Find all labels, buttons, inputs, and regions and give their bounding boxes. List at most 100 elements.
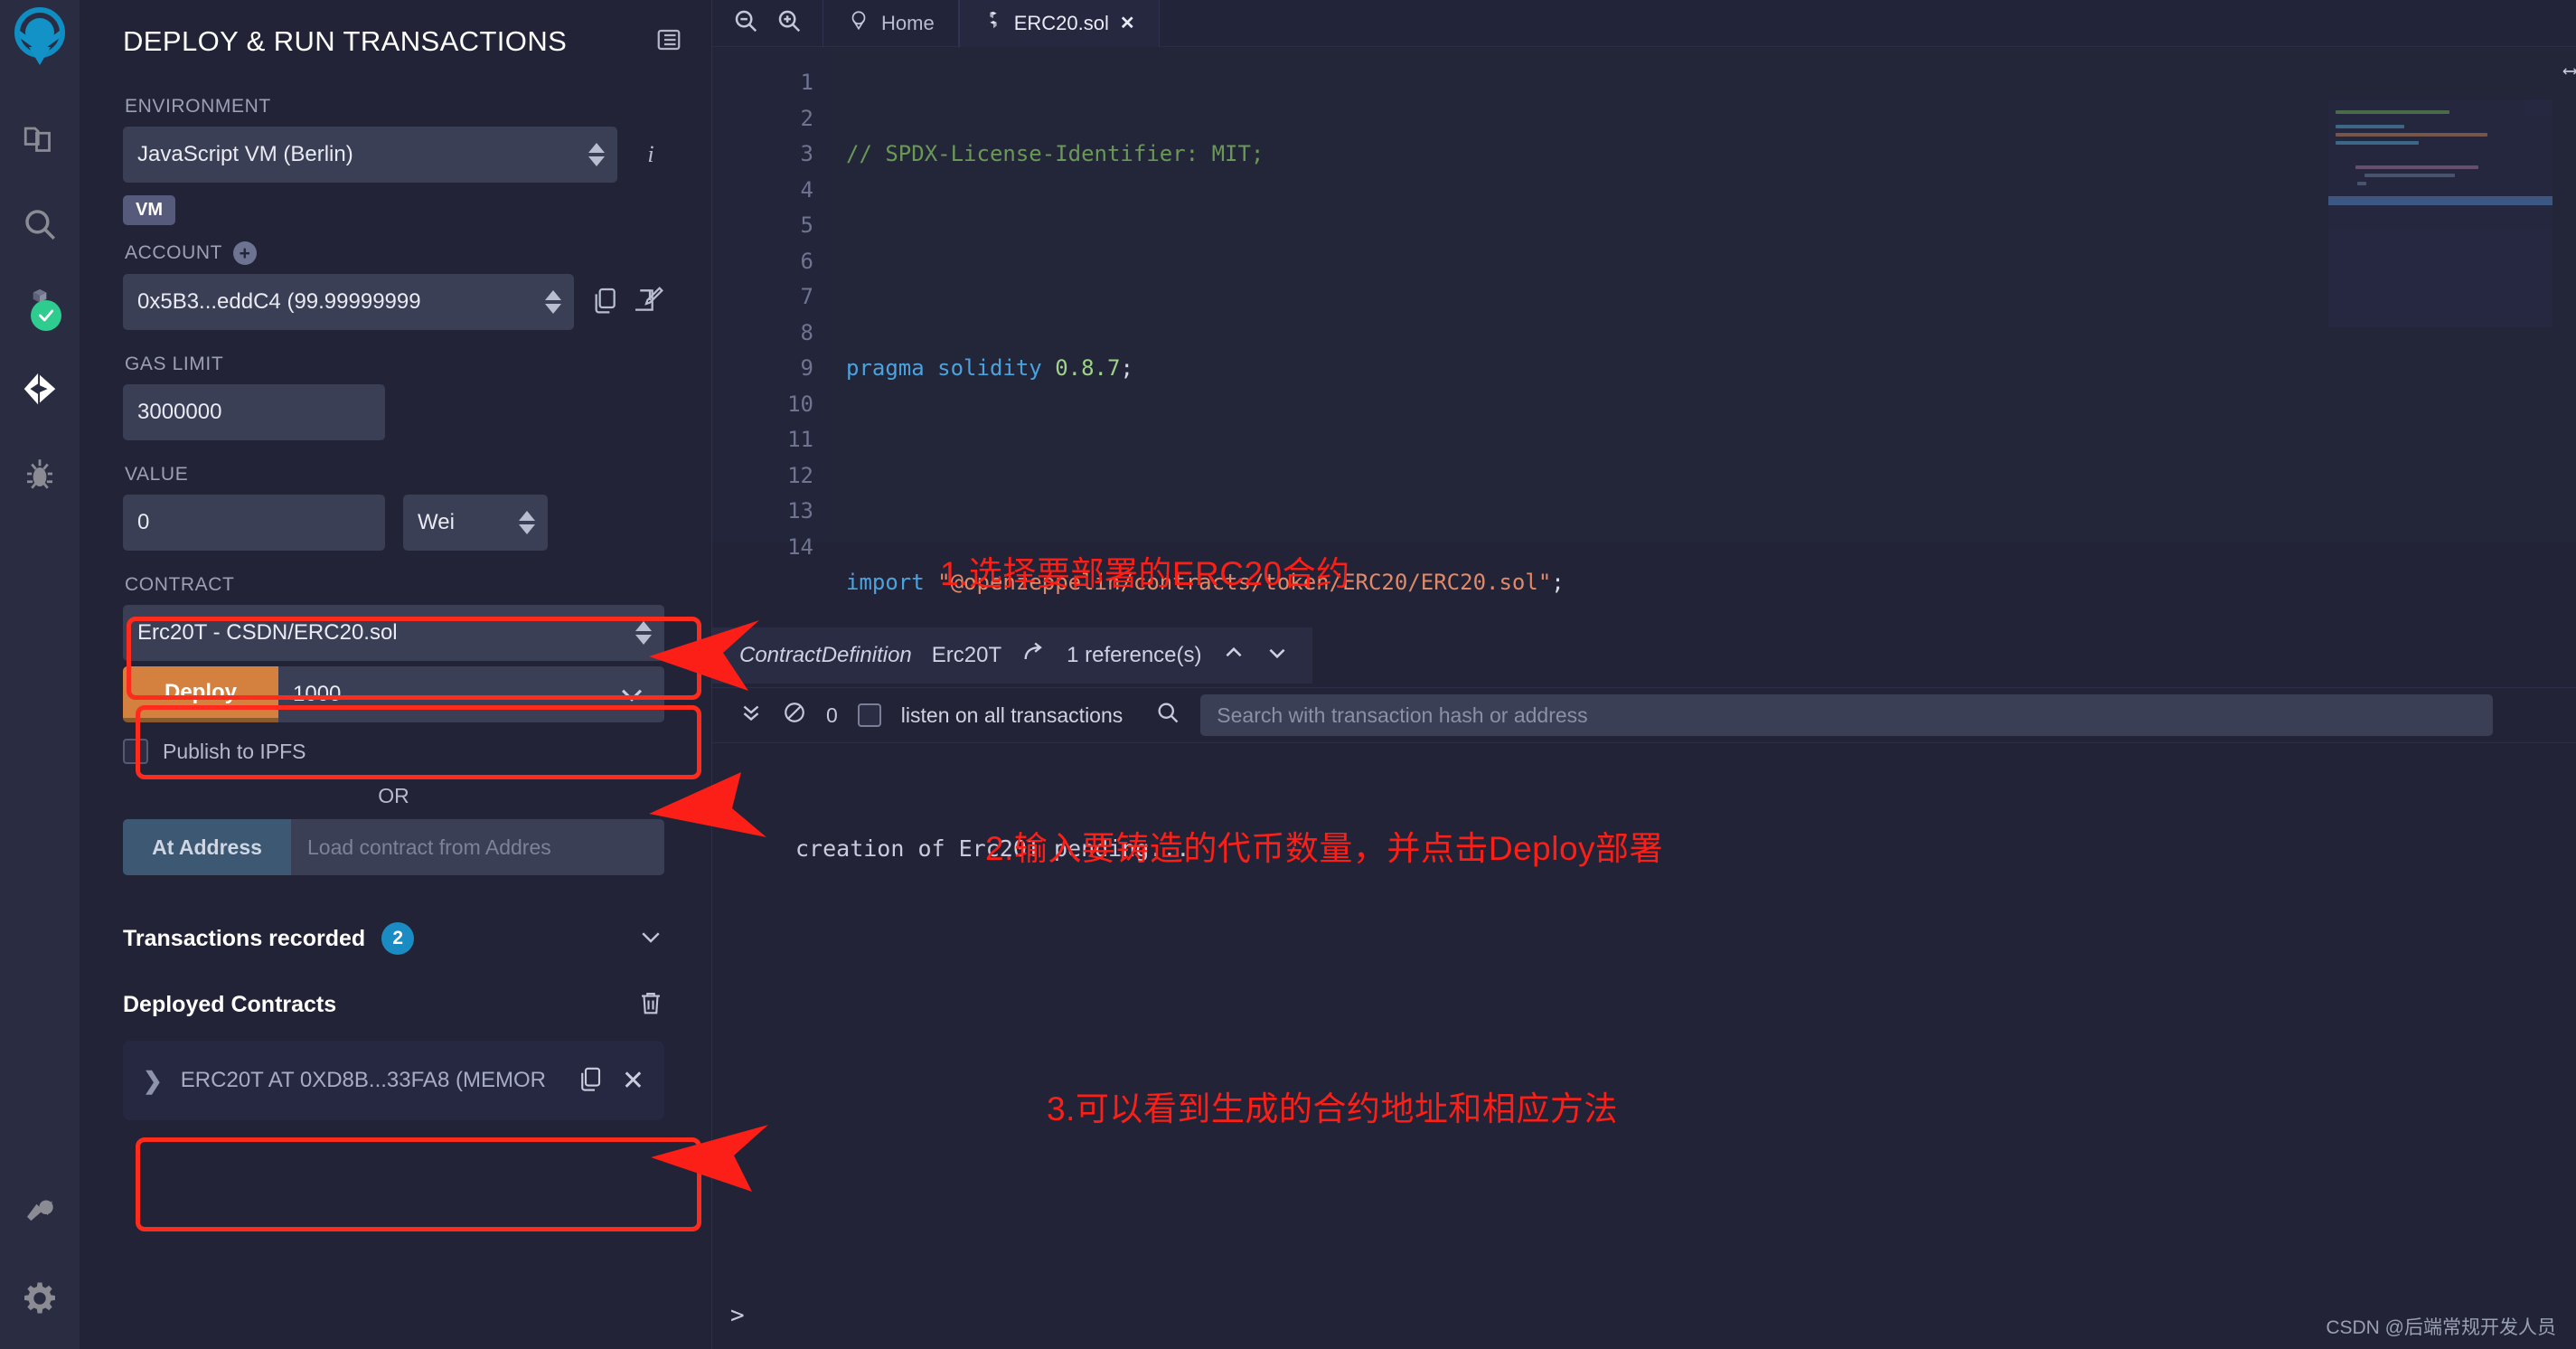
page-title: DEPLOY & RUN TRANSACTIONS — [123, 25, 568, 57]
transaction-search-input[interactable]: Search with transaction hash or address — [1200, 694, 2494, 736]
listen-all-transactions-checkbox[interactable] — [857, 703, 881, 727]
file-explorer-icon[interactable] — [0, 99, 80, 183]
solidity-compiler-icon[interactable] — [0, 266, 80, 349]
expand-contract-chevron-right-icon[interactable]: ❯ — [143, 1067, 163, 1095]
clear-console-icon[interactable] — [783, 701, 806, 730]
bottom-icon-group — [0, 1174, 80, 1340]
copy-contract-address-icon[interactable] — [577, 1065, 604, 1097]
minimap-resize-handle[interactable]: ⟷ — [2564, 60, 2576, 82]
line-number: 8 — [800, 319, 813, 345]
settings-icon[interactable] — [0, 1257, 80, 1340]
code-editor[interactable]: 1 2 3 4 5 6 7 8 9 10 11 12 13 14 // SPDX… — [712, 47, 2576, 1345]
editor-code-content[interactable]: // SPDX-License-Identifier: MIT; pragma … — [830, 47, 2576, 1345]
edit-account-icon[interactable] — [632, 286, 664, 319]
go-to-reference-icon[interactable] — [1021, 640, 1047, 672]
copy-account-icon[interactable] — [590, 286, 619, 319]
zoom-out-icon[interactable] — [732, 7, 759, 39]
environment-value: JavaScript VM (Berlin) — [137, 142, 353, 166]
value-unit-select[interactable]: Wei — [403, 495, 548, 551]
at-address-row: At Address Load contract from Addres — [123, 819, 664, 875]
listen-all-transactions-label: listen on all transactions — [900, 703, 1123, 727]
activity-icon-bar — [0, 0, 80, 1349]
console-prompt[interactable]: > — [730, 1302, 745, 1329]
contract-value: Erc20T - CSDN/ERC20.sol — [137, 620, 398, 645]
value-unit: Wei — [418, 510, 455, 534]
debugger-icon[interactable] — [0, 432, 80, 515]
at-address-button[interactable]: At Address — [123, 819, 291, 875]
reference-kind: ContractDefinition — [739, 643, 912, 667]
main-area: Home ERC20.sol ✕ 1 2 3 4 5 6 7 8 9 10 11… — [712, 0, 2576, 1349]
search-icon[interactable] — [1155, 700, 1180, 731]
line-number: 4 — [800, 176, 813, 203]
value-label: VALUE — [125, 464, 189, 485]
value-input[interactable]: 0 — [123, 495, 385, 551]
remix-logo-icon[interactable] — [7, 5, 72, 71]
at-address-input[interactable]: Load contract from Addres — [291, 819, 664, 875]
reference-count: 1 reference(s) — [1067, 643, 1202, 667]
zoom-in-icon[interactable] — [776, 7, 803, 39]
search-icon[interactable] — [0, 183, 80, 266]
deployed-contract-item[interactable]: ❯ ERC20T AT 0XD8B...33FA8 (MEMOR ✕ — [123, 1041, 664, 1120]
annotation-text-2: 2.输入要铸造的代币数量，并点击Deploy部署 — [985, 830, 1664, 867]
reference-name: Erc20T — [931, 643, 1002, 667]
watermark: CSDN @后端常规开发人员 — [2326, 1317, 2556, 1338]
deploy-run-panel: DEPLOY & RUN TRANSACTIONS ENVIRONMENT Ja… — [80, 0, 712, 1349]
reference-next-chevron-down-icon[interactable] — [1265, 641, 1289, 671]
reference-prev-chevron-up-icon[interactable] — [1222, 641, 1246, 671]
account-spinner-icon — [545, 290, 561, 314]
remix-ide-window: DEPLOY & RUN TRANSACTIONS ENVIRONMENT Ja… — [0, 0, 2576, 1349]
editor-zoom-controls — [712, 7, 823, 39]
deploy-arg-input[interactable]: 1000 — [278, 666, 599, 722]
transaction-search-placeholder: Search with transaction hash or address — [1217, 703, 1588, 727]
account-label: ACCOUNT + — [125, 241, 664, 265]
panel-menu-icon[interactable] — [655, 26, 682, 58]
line-number: 2 — [800, 105, 813, 131]
panel-header: DEPLOY & RUN TRANSACTIONS — [80, 0, 711, 72]
publish-ipfs-checkbox[interactable] — [123, 739, 148, 764]
transactions-recorded-count: 2 — [381, 922, 415, 955]
deploy-expand-chevron-down-icon[interactable] — [599, 666, 664, 722]
line-number: 1 — [800, 70, 813, 95]
collapse-all-chevrons-down-icon[interactable] — [739, 701, 763, 730]
deploy-button[interactable]: Deploy — [123, 666, 278, 722]
account-select[interactable]: 0x5B3...eddC4 (99.99999999 — [123, 274, 574, 330]
unit-spinner-icon — [519, 511, 535, 534]
account-label-text: ACCOUNT — [125, 242, 223, 263]
panel-body: ENVIRONMENT JavaScript VM (Berlin) i VM … — [80, 96, 711, 1120]
remove-contract-close-icon[interactable]: ✕ — [622, 1065, 644, 1097]
transactions-chevron-down-icon[interactable] — [637, 923, 664, 955]
line-number: 6 — [800, 248, 813, 274]
tab-close-icon[interactable]: ✕ — [1120, 12, 1135, 34]
deploy-arg-value: 1000 — [293, 682, 342, 706]
line-number: 13 — [787, 498, 813, 524]
environment-info-icon[interactable]: i — [637, 141, 664, 168]
add-account-icon[interactable]: + — [233, 241, 258, 265]
contract-select[interactable]: Erc20T - CSDN/ERC20.sol — [123, 605, 664, 661]
clear-deployed-trash-icon[interactable] — [637, 989, 664, 1021]
transaction-toolbar: 0 listen on all transactions Search with… — [712, 687, 2576, 743]
environment-select[interactable]: JavaScript VM (Berlin) — [123, 127, 617, 183]
gas-limit-input[interactable]: 3000000 — [123, 384, 385, 440]
value-row: 0 Wei — [123, 495, 664, 551]
pending-transactions-count: 0 — [826, 703, 838, 727]
tab-home-label: Home — [881, 11, 935, 34]
line-number: 7 — [800, 284, 813, 309]
at-address-placeholder: Load contract from Addres — [307, 835, 551, 859]
deploy-run-icon[interactable] — [0, 349, 80, 432]
deployed-contract-name: ERC20T AT 0XD8B...33FA8 (MEMOR — [180, 1068, 546, 1092]
code-line-1: // SPDX-License-Identifier: MIT; — [846, 141, 1264, 166]
code-reference-bar: ContractDefinition Erc20T 1 reference(s) — [712, 627, 1312, 684]
line-number: 5 — [800, 212, 813, 238]
transactions-recorded-row[interactable]: Transactions recorded 2 — [123, 922, 664, 960]
value-number: 0 — [137, 510, 150, 534]
gas-limit-value: 3000000 — [137, 400, 222, 424]
editor-minimap[interactable] — [2328, 99, 2552, 327]
editor-tab-bar: Home ERC20.sol ✕ — [712, 0, 2576, 47]
tab-home[interactable]: Home — [823, 0, 959, 47]
tab-erc20-sol-label: ERC20.sol — [1013, 11, 1109, 34]
tab-erc20-sol[interactable]: ERC20.sol ✕ — [958, 0, 1160, 47]
plugin-manager-icon[interactable] — [0, 1174, 80, 1257]
publish-ipfs-row[interactable]: Publish to IPFS — [123, 739, 664, 764]
